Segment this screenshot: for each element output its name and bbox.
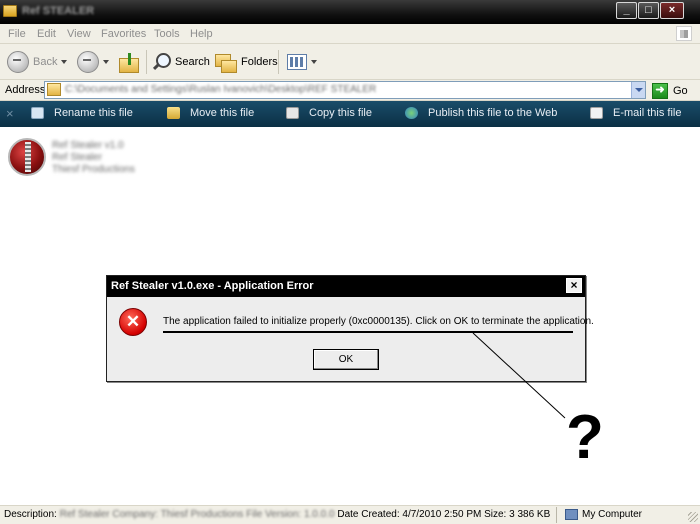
address-bar: Address C:\Documents and Settings\Ruslan…: [0, 80, 700, 101]
close-tasks-icon[interactable]: ×: [6, 106, 14, 121]
file-details[interactable]: Ref Stealer v1.0 Ref Stealer Thiesf Prod…: [52, 140, 135, 176]
menu-bar: File Edit View Favorites Tools Help: [0, 24, 700, 44]
views-icon: [287, 54, 307, 70]
menu-favorites[interactable]: Favorites: [101, 28, 146, 40]
toolbar-divider: [278, 50, 279, 74]
status-bar: Description: Ref Stealer Company: Thiesf…: [0, 505, 700, 524]
folder-up-icon: [119, 53, 139, 73]
address-path: C:\Documents and Settings\Ruslan Ivanovi…: [65, 84, 377, 95]
menu-view[interactable]: View: [67, 28, 91, 40]
folders-button[interactable]: Folders: [215, 49, 278, 75]
search-button[interactable]: Search: [151, 49, 210, 75]
status-divider: [556, 507, 557, 523]
address-input[interactable]: C:\Documents and Settings\Ruslan Ivanovi…: [44, 81, 646, 99]
close-window-button[interactable]: ×: [660, 2, 684, 19]
forward-button[interactable]: [77, 49, 109, 75]
task-label: Publish this file to the Web: [428, 107, 558, 119]
folder-icon: [47, 83, 61, 96]
file-tasks-bar: × Rename this file Move this file Copy t…: [0, 101, 700, 127]
explorer-window: Ref STEALER _ □ × File Edit View Favorit…: [0, 0, 700, 524]
folder-icon: [3, 5, 17, 17]
folders-label: Folders: [241, 56, 278, 68]
task-label: Move this file: [190, 107, 255, 119]
address-label: Address: [5, 84, 46, 96]
folders-icon: [215, 52, 237, 73]
task-rename[interactable]: Rename this file: [31, 107, 133, 119]
forward-arrow-icon: [77, 51, 99, 73]
status-text: Description: Ref Stealer Company: Thiesf…: [4, 509, 550, 520]
window-title: Ref STEALER: [22, 5, 95, 17]
address-dropdown-button[interactable]: [631, 82, 645, 98]
mail-icon: [590, 107, 603, 119]
dialog-close-button[interactable]: ×: [566, 278, 582, 293]
copy-icon: [286, 107, 299, 119]
maximize-button[interactable]: □: [638, 2, 659, 19]
menu-tools[interactable]: Tools: [154, 28, 180, 40]
go-button[interactable]: ➜ Go: [652, 82, 694, 99]
chevron-down-icon: [103, 60, 109, 64]
chevron-down-icon: [311, 60, 317, 64]
minimize-button[interactable]: _: [616, 2, 637, 19]
status-description-label: Description:: [4, 509, 57, 520]
windows-logo-icon: [676, 26, 692, 41]
dialog-title: Ref Stealer v1.0.exe - Application Error: [111, 280, 314, 292]
dialog-title-bar[interactable]: Ref Stealer v1.0.exe - Application Error…: [107, 276, 585, 297]
web-icon: [405, 107, 418, 119]
task-copy[interactable]: Copy this file: [286, 107, 372, 119]
views-button[interactable]: [287, 49, 317, 75]
file-description: Ref Stealer: [52, 152, 103, 163]
computer-icon: [565, 509, 578, 520]
status-description-value: Ref Stealer Company: Thiesf Productions …: [59, 509, 335, 520]
move-icon: [167, 107, 180, 119]
toolbar-divider: [146, 50, 147, 74]
go-arrow-icon: ➜: [652, 82, 668, 99]
task-move[interactable]: Move this file: [167, 107, 254, 119]
resize-grip[interactable]: [688, 512, 698, 522]
ok-button[interactable]: OK: [313, 349, 379, 370]
search-label: Search: [175, 56, 210, 68]
application-error-dialog: Ref Stealer v1.0.exe - Application Error…: [106, 275, 594, 382]
back-label: Back: [33, 56, 58, 68]
task-email[interactable]: E-mail this file: [590, 107, 681, 119]
file-company: Thiesf Productions: [52, 164, 135, 175]
status-details: Date Created: 4/7/2010 2:50 PM Size: 3 3…: [337, 509, 551, 520]
rename-icon: [31, 107, 44, 119]
toolbar: Back Search Folders: [0, 44, 700, 80]
go-label: Go: [673, 84, 688, 97]
search-icon: [151, 52, 171, 72]
menu-edit[interactable]: Edit: [37, 28, 56, 40]
zip-file-icon[interactable]: [8, 138, 46, 176]
menu-help[interactable]: Help: [190, 28, 213, 40]
error-message: The application failed to initialize pro…: [163, 316, 594, 327]
menu-file[interactable]: File: [8, 28, 26, 40]
back-button[interactable]: Back: [7, 49, 68, 75]
title-bar[interactable]: Ref STEALER _ □ ×: [0, 0, 700, 24]
task-label: E-mail this file: [613, 107, 682, 119]
back-arrow-icon: [7, 51, 29, 73]
task-label: Rename this file: [54, 107, 133, 119]
error-icon: ✕: [119, 308, 147, 336]
up-folder-button[interactable]: [119, 49, 139, 75]
task-label: Copy this file: [309, 107, 372, 119]
chevron-down-icon: [61, 60, 68, 64]
file-name: Ref Stealer v1.0: [52, 140, 124, 151]
task-publish[interactable]: Publish this file to the Web: [405, 107, 557, 119]
status-location: My Computer: [582, 509, 643, 520]
